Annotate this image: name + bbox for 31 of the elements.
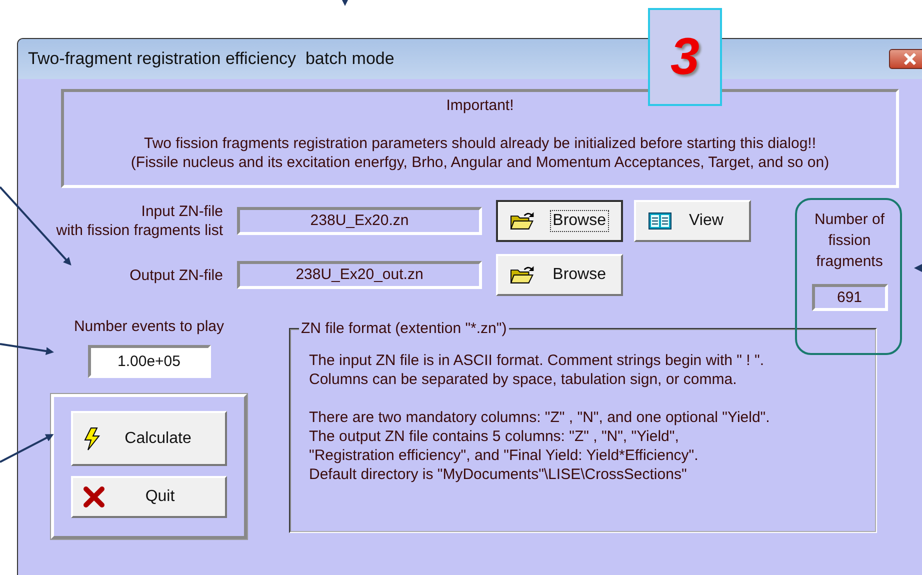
- format-paragraph: There are two mandatory columns: "Z" , "N", and one optional "Yield". The output ZN file contains 5 columns: "Z" , "N", "Yield", "Registration efficiency", and "Final Yield: Yield*Efficiency". Default directory is "MyDocuments"\LISE\CrossSections": [309, 408, 771, 484]
- notice-heading: Important!: [445, 97, 515, 114]
- close-button[interactable]: [889, 49, 922, 69]
- fragments-count: 691: [812, 284, 888, 311]
- action-button[interactable]: Quit: [71, 476, 227, 518]
- action-button[interactable]: Calculate: [71, 411, 227, 466]
- folder-icon: [510, 211, 536, 231]
- window-title: Two-fragment registration efficiency batch mode: [28, 49, 394, 69]
- annotation-arrow: [0, 343, 54, 356]
- annotation-arrow: [341, 0, 349, 6]
- file-button[interactable]: View: [634, 200, 751, 242]
- group-legend: ZN file format (extention "*.zn"): [299, 320, 509, 337]
- file-button[interactable]: Browse: [496, 254, 623, 296]
- events-label: Number events to play: [74, 318, 224, 335]
- events-field[interactable]: 1.00e+05: [88, 345, 210, 378]
- folder-icon: [510, 265, 536, 285]
- panels-icon: [648, 212, 672, 230]
- fragments-label: Number of fission fragments: [813, 210, 886, 272]
- callout-badge: 3: [648, 8, 722, 106]
- field-label: Input ZN-file with fission fragments list: [55, 202, 223, 240]
- notice-text: Two fission fragments registration parameters should already be initialized before starting this dialog!! (Fissile nucleus and its excitation enerfgy, Brho, Angular and Momentum Acceptances, Target, and so on): [130, 134, 830, 172]
- file-field[interactable]: 238U_Ex20_out.zn: [237, 261, 482, 289]
- file-field[interactable]: 238U_Ex20.zn: [237, 207, 482, 235]
- lightning-icon: [83, 426, 101, 450]
- annotation-arrow: [914, 264, 922, 272]
- cross-icon: [83, 486, 105, 508]
- format-paragraph: The input ZN file is in ASCII format. Comment strings begin with " ! ". Columns can be separated by space, tabulation sign, or comma.: [309, 351, 765, 389]
- field-label: Output ZN-file: [128, 266, 223, 284]
- close-icon: [903, 53, 917, 65]
- file-button[interactable]: Browse: [496, 200, 623, 242]
- annotation-arrow: [0, 434, 54, 463]
